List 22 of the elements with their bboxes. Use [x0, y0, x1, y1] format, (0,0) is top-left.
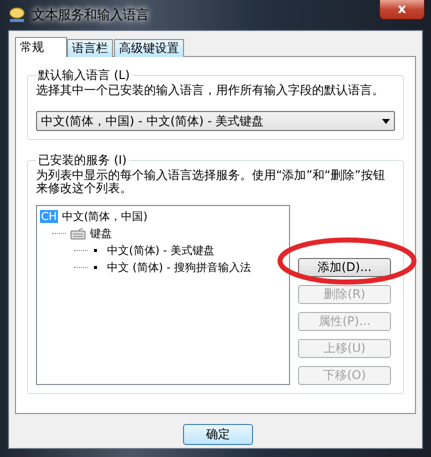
description-text: 选择其中一个已安装的输入语言，用作所有输入字段的默认语言。	[36, 84, 385, 97]
tree-item[interactable]: 中文(简体，中国)	[62, 209, 148, 224]
keyboard-icon	[70, 228, 86, 240]
bullet-icon	[94, 249, 97, 252]
dropdown-arrow-icon	[382, 118, 390, 124]
tab[interactable]: 语言栏	[67, 39, 113, 57]
tab[interactable]: 高级键设置	[114, 39, 184, 57]
tree-item[interactable]: 中文 (简体) - 搜狗拼音输入法	[107, 260, 252, 275]
service-button[interactable]: 添加(D)...	[298, 258, 391, 277]
language-badge: CH	[40, 210, 58, 223]
tree-item[interactable]: 中文(简体) - 美式键盘	[107, 243, 215, 258]
group-title: 默认输入语言 (L)	[37, 67, 131, 84]
group-title: 已安装的服务 (I)	[37, 152, 128, 169]
ok-button[interactable]: 确定	[183, 424, 253, 445]
tree-item[interactable]: 键盘	[90, 226, 112, 241]
description-text: 为列表中显示的每个输入语言选择服务。使用“添加”和“删除”按钮来修改这个列表。	[36, 169, 386, 195]
bullet-icon	[94, 266, 97, 269]
language-dropdown[interactable]: 中文(简体，中国) - 中文(简体) - 美式键盘	[36, 111, 395, 131]
close-button[interactable]: x	[379, 0, 425, 20]
tab[interactable]: 常规	[15, 37, 67, 57]
app-icon	[8, 7, 26, 23]
window-title: 文本服务和输入语言	[32, 7, 149, 24]
